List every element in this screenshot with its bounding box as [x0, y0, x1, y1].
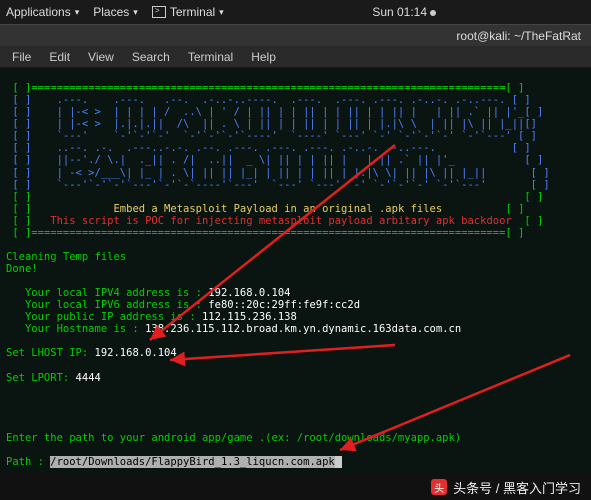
done-line: Done!: [6, 263, 38, 275]
window-title-bar: root@kali: ~/TheFatRat: [0, 24, 591, 46]
window-title: root@kali: ~/TheFatRat: [456, 29, 581, 43]
menu-bar: File Edit View Search Terminal Help: [0, 46, 591, 68]
terminal-output[interactable]: [ ]=====================================…: [0, 68, 591, 474]
menu-file[interactable]: File: [4, 48, 39, 66]
path-input[interactable]: /root/Downloads/FlappyBird_1.3_liqucn.co…: [50, 456, 334, 468]
footer-text: 头条号 / 黑客入门学习: [453, 478, 581, 497]
banner-line-2: [ ] This script is POC for injecting met…: [6, 215, 543, 227]
ascii-art: [ ] .---. .---. .--. .-..-..----. .---. …: [6, 94, 550, 190]
cleaning-line: Cleaning Temp files: [6, 251, 126, 263]
menu-help[interactable]: Help: [243, 48, 284, 66]
path-line: Path : /root/Downloads/FlappyBird_1.3_li…: [6, 456, 342, 468]
menu-view[interactable]: View: [80, 48, 122, 66]
places-menu[interactable]: Places ▾: [93, 5, 138, 19]
applications-label: Applications: [6, 5, 71, 19]
pubip-line: Your public IP address is : 112.115.236.…: [6, 311, 297, 323]
notification-dot-icon: [430, 10, 436, 16]
ipv6-line: Your local IPV6 address is : fe80::20c:2…: [6, 299, 360, 311]
cursor-icon: [335, 456, 342, 468]
hostname-line: Your Hostname is : 138.236.115.112.broad…: [6, 323, 461, 335]
places-label: Places: [93, 5, 129, 19]
lport-line: Set LPORT: 4444: [6, 372, 101, 384]
terminal-label: Terminal: [170, 5, 215, 19]
menu-edit[interactable]: Edit: [41, 48, 78, 66]
chevron-down-icon: ▾: [133, 7, 138, 18]
ascii-border-top: [ ]=====================================…: [6, 82, 524, 94]
footer-bar: 头 头条号 / 黑客入门学习: [0, 474, 591, 500]
path-prompt-line: Enter the path to your android app/game …: [6, 432, 461, 444]
ascii-border-bottom: [ ]=====================================…: [6, 227, 524, 239]
ascii-border-mid: [ ] [ ]: [6, 191, 543, 203]
terminal-app-button[interactable]: Terminal ▾: [152, 5, 224, 19]
ipv4-line: Your local IPV4 address is : 192.168.0.1…: [6, 287, 290, 299]
toutiao-logo-icon: 头: [431, 479, 447, 495]
applications-menu[interactable]: Applications ▾: [6, 5, 79, 19]
menu-search[interactable]: Search: [124, 48, 178, 66]
menu-terminal[interactable]: Terminal: [180, 48, 241, 66]
chevron-down-icon: ▾: [75, 7, 80, 18]
banner-line-1: [ ] Embed a Metasploit Payload in an ori…: [6, 203, 524, 215]
lhost-line: Set LHOST IP: 192.168.0.104: [6, 347, 177, 359]
terminal-icon: [152, 6, 166, 18]
clock[interactable]: Sun 01:14: [372, 5, 427, 19]
